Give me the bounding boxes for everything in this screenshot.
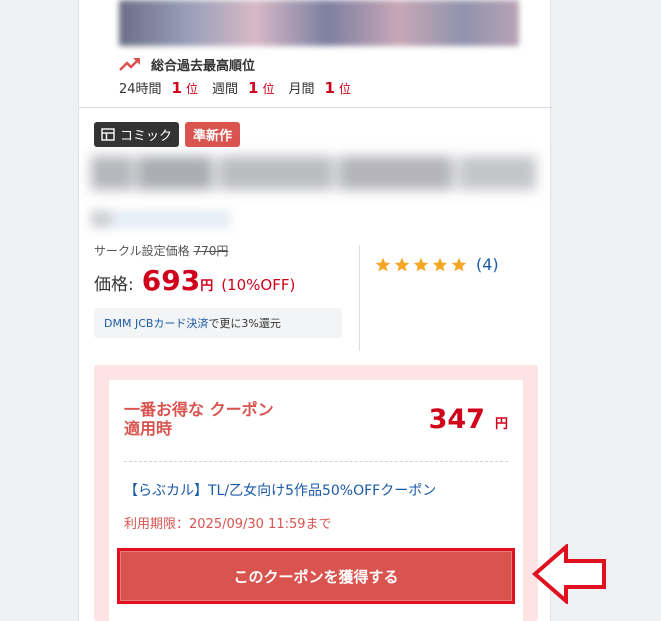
- review-count[interactable]: (4): [476, 255, 499, 274]
- section-divider: [79, 107, 552, 108]
- ranking-header: 総合過去最高順位: [119, 54, 255, 74]
- product-card: 総合過去最高順位 24時間 1 位 週間 1 位 月間 1 位 コミック 準新作…: [78, 0, 552, 621]
- jcb-promo: DMM JCBカード決済 で更に3%還元: [94, 308, 342, 338]
- star-icon: [394, 257, 410, 271]
- coupon-expiry: 利用期限：2025/09/30 11:59まで: [124, 517, 332, 532]
- jcb-text: で更に3%還元: [208, 317, 281, 330]
- discount-text: (10%OFF): [221, 276, 296, 294]
- star-icon: [432, 257, 448, 271]
- rank-label-weekly: 週間: [212, 82, 239, 97]
- coupon-button-highlight: このクーポンを獲得する: [117, 548, 515, 604]
- circle-price-label: サークル設定価格: [94, 244, 190, 258]
- coupon-best-label: 一番お得な クーポン適用時: [124, 400, 274, 438]
- price-yen: 円: [200, 279, 214, 294]
- jcb-link[interactable]: DMM JCBカード決済: [104, 315, 208, 331]
- coupon-name-link[interactable]: 【らぶカル】TL/乙女向け5作品50%OFFクーポン: [124, 480, 436, 500]
- book-icon: [101, 128, 115, 141]
- vertical-divider: [359, 245, 360, 351]
- product-image-blurred[interactable]: [119, 0, 519, 46]
- rating[interactable]: (4): [375, 255, 499, 274]
- star-icon: [375, 257, 391, 271]
- rank-unit: 位: [338, 82, 351, 96]
- new-badge: 準新作: [185, 122, 241, 147]
- product-title-blurred[interactable]: [91, 156, 536, 190]
- circle-price-value: 770円: [193, 244, 229, 258]
- get-coupon-button[interactable]: このクーポンを獲得する: [120, 551, 512, 601]
- coupon-card: 一番お得な クーポン適用時 347 円 【らぶカル】TL/乙女向け5作品50%O…: [109, 380, 523, 621]
- price-line: 価格: 693 円 (10%OFF): [94, 264, 295, 297]
- trending-up-icon: [119, 58, 140, 71]
- star-icon: [413, 257, 429, 271]
- category-tag-label: コミック: [120, 129, 173, 144]
- ranking-row: 24時間 1 位 週間 1 位 月間 1 位: [119, 78, 365, 98]
- ranking-title: 総合過去最高順位: [151, 58, 256, 74]
- coupon-price: 347 円: [429, 404, 508, 435]
- coupon-panel: 一番お得な クーポン適用時 347 円 【らぶカル】TL/乙女向け5作品50%O…: [94, 365, 538, 621]
- coupon-price-yen: 円: [494, 417, 508, 432]
- rank-value-monthly: 1: [324, 79, 335, 97]
- rank-value-24h: 1: [171, 79, 182, 97]
- category-tag: コミック: [94, 122, 180, 147]
- price-label: 価格:: [94, 275, 134, 295]
- rank-label-24h: 24時間: [119, 82, 162, 97]
- rank-value-weekly: 1: [248, 79, 259, 97]
- arrow-left-icon: [532, 544, 606, 604]
- star-icon: [451, 257, 467, 271]
- rank-unit: 位: [185, 82, 198, 96]
- tag-list: コミック 準新作: [94, 122, 241, 147]
- author-link-blurred[interactable]: [91, 210, 231, 228]
- circle-price: サークル設定価格 770円: [94, 242, 228, 259]
- rank-unit: 位: [262, 82, 275, 96]
- coupon-price-value: 347: [428, 404, 485, 435]
- coupon-divider: [124, 461, 508, 462]
- price-value: 693: [141, 264, 201, 297]
- rank-label-monthly: 月間: [288, 82, 315, 97]
